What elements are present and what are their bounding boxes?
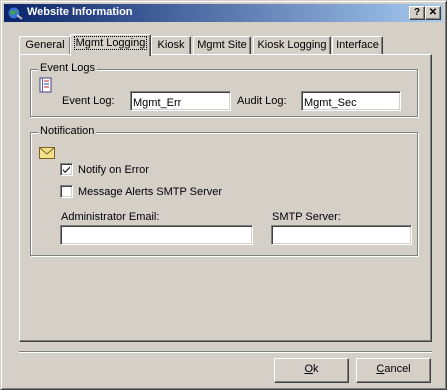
smtp-alerts-checkbox[interactable] [60, 185, 73, 198]
cancel-button[interactable]: Cancel [356, 358, 431, 383]
smtp-alerts-label[interactable]: Message Alerts SMTP Server [78, 186, 222, 198]
tab-kiosk[interactable]: Kiosk [151, 36, 191, 55]
tab-interface[interactable]: Interface [332, 36, 383, 55]
help-button[interactable]: ? [409, 6, 425, 20]
window-title: Website Information [27, 6, 133, 18]
event-logs-label: Event Logs [38, 62, 98, 74]
tab-panel: Event Logs Event Log: Audit Log: Notific… [19, 54, 432, 342]
ok-button[interactable]: Ok [274, 358, 349, 383]
tab-kiosk-logging[interactable]: Kiosk Logging [253, 36, 331, 55]
title-bar[interactable]: Website Information ? ✕ [4, 4, 443, 22]
smtp-server-input[interactable] [271, 225, 412, 245]
notify-on-error-label[interactable]: Notify on Error [78, 164, 149, 176]
envelope-icon [39, 147, 55, 162]
separator [19, 351, 432, 353]
close-button[interactable]: ✕ [425, 6, 441, 20]
event-log-input[interactable] [130, 91, 231, 111]
tab-mgmt-logging[interactable]: Mgmt Logging [70, 34, 151, 56]
tab-mgmt-site[interactable]: Mgmt Site [193, 36, 251, 55]
admin-email-input[interactable] [60, 225, 253, 245]
event-log-label: Event Log: [62, 95, 115, 107]
dialog-window: Website Information ? ✕ General Mgmt Log… [0, 0, 447, 390]
notification-group: Notification Notify on Error Message Ale… [30, 125, 418, 256]
log-book-icon [39, 77, 53, 96]
audit-log-label: Audit Log: [237, 95, 287, 107]
globe-icon [7, 5, 23, 21]
tab-general[interactable]: General [19, 36, 71, 55]
admin-email-label: Administrator Email: [61, 211, 160, 223]
smtp-server-label: SMTP Server: [272, 211, 341, 223]
notification-label: Notification [38, 125, 97, 137]
event-logs-group: Event Logs Event Log: Audit Log: [30, 62, 418, 117]
audit-log-input[interactable] [301, 91, 401, 111]
notify-on-error-checkbox[interactable] [60, 163, 73, 176]
